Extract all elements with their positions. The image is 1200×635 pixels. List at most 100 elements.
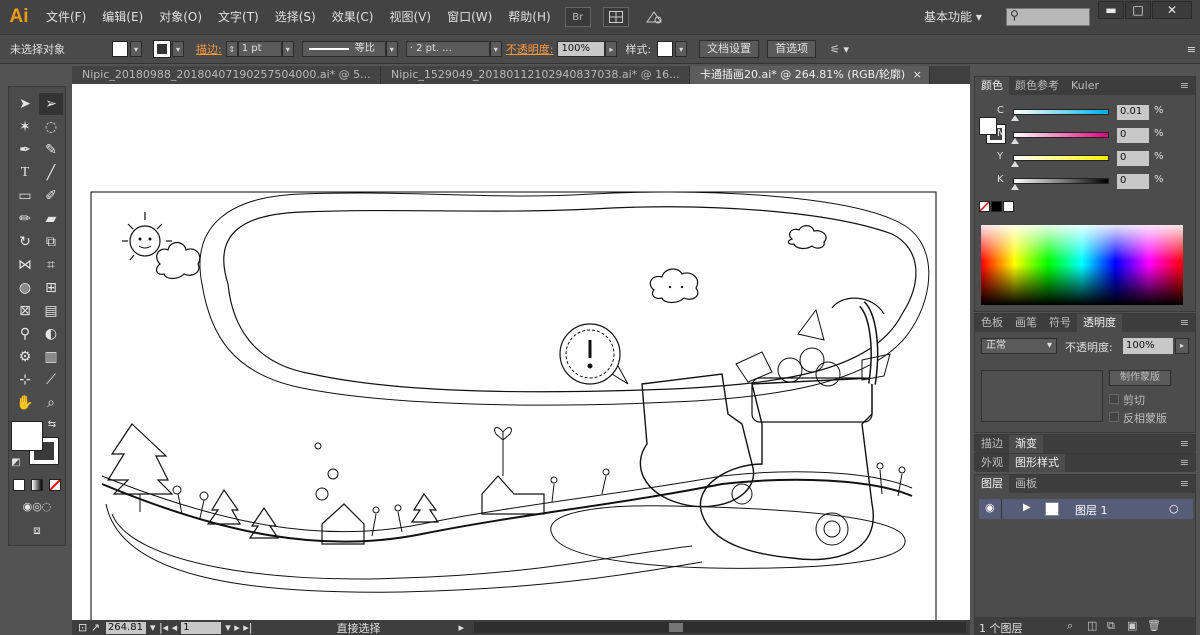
drawing-modes-icon[interactable]: ◉◎◌ xyxy=(13,497,61,515)
menu-view[interactable]: 视图(V) xyxy=(381,0,439,34)
stroke-swatch[interactable] xyxy=(153,40,171,58)
bridge-icon[interactable]: Br xyxy=(564,7,591,27)
opacity-dropdown[interactable]: ▸ xyxy=(605,41,618,57)
menu-effect[interactable]: 效果(C) xyxy=(324,0,382,34)
arrange-documents-icon[interactable] xyxy=(602,7,629,27)
transparency-thumbnail[interactable] xyxy=(981,370,1103,422)
none-mode-icon[interactable] xyxy=(49,479,61,491)
zoom-dropdown[interactable]: ▾ |◂ ◂ xyxy=(150,621,177,634)
fill-dropdown[interactable]: ▾ xyxy=(130,41,142,57)
isolate-icon[interactable]: ⚟ ▾ xyxy=(830,43,849,56)
fill-color-swatch[interactable] xyxy=(11,421,43,451)
menu-object[interactable]: 对象(O) xyxy=(151,0,210,34)
selection-tool-icon[interactable]: ➤ xyxy=(13,93,37,115)
transparency-opacity-field[interactable]: 100% xyxy=(1123,338,1173,354)
artboard-tool-icon[interactable]: ⊹ xyxy=(13,369,37,391)
search-input[interactable]: ⚲ xyxy=(1006,8,1090,26)
stroke-weight-field[interactable]: 1 pt xyxy=(237,41,282,57)
tab-gradient[interactable]: 渐变 xyxy=(1009,435,1043,453)
magic-wand-icon[interactable]: ✶ xyxy=(13,116,37,138)
tab-document-1[interactable]: Nipic_20180988_20180407190257504000.ai* … xyxy=(72,66,381,84)
blend-mode-select[interactable]: 正常 ▾ xyxy=(981,338,1057,354)
eyedropper-icon[interactable]: ⚲ xyxy=(13,323,37,345)
brush-definition[interactable]: · 2 pt. ... xyxy=(405,41,490,57)
gradient-mode-icon[interactable] xyxy=(31,479,43,491)
tab-kuler[interactable]: Kuler xyxy=(1065,77,1105,95)
new-layer-icon[interactable]: ▣ xyxy=(1127,619,1137,632)
canvas-area[interactable] xyxy=(72,84,970,620)
tab-close-icon[interactable]: × xyxy=(913,68,922,81)
gpu-performance-icon[interactable] xyxy=(641,7,667,27)
white-swatch[interactable] xyxy=(1003,201,1014,212)
tab-brushes[interactable]: 画笔 xyxy=(1009,314,1043,332)
blend-tool-icon[interactable]: ◐ xyxy=(39,323,63,345)
profile-dropdown[interactable]: ▾ xyxy=(385,41,398,57)
default-colors-icon[interactable]: ◩ xyxy=(9,455,23,469)
page-nav[interactable]: ▾ ▸ ▸| xyxy=(225,621,252,634)
hand-tool-icon[interactable]: ✋ xyxy=(13,392,37,414)
clip-checkbox[interactable] xyxy=(1109,394,1119,404)
menu-window[interactable]: 窗口(W) xyxy=(439,0,500,34)
yellow-value-field[interactable]: 0 xyxy=(1117,151,1149,166)
panel-menu-icon[interactable]: ≡ xyxy=(1174,454,1195,472)
tab-swatches[interactable]: 色板 xyxy=(975,314,1009,332)
stroke-weight-stepper[interactable]: ⇕ xyxy=(225,41,238,57)
preferences-button[interactable]: 首选项 xyxy=(767,40,817,58)
tab-color[interactable]: 颜色 xyxy=(975,77,1009,95)
cyan-value-field[interactable]: 0.01 xyxy=(1117,105,1149,120)
color-spectrum[interactable] xyxy=(981,225,1183,305)
tab-appearance[interactable]: 外观 xyxy=(975,454,1009,472)
stroke-dropdown[interactable]: ▾ xyxy=(172,41,184,57)
tab-layers[interactable]: 图层 xyxy=(975,475,1009,493)
menu-help[interactable]: 帮助(H) xyxy=(500,0,558,34)
menu-file[interactable]: 文件(F) xyxy=(38,0,94,34)
menu-edit[interactable]: 编辑(E) xyxy=(94,0,151,34)
zoom-field[interactable]: 264.81 xyxy=(105,621,146,634)
tab-graphic-styles[interactable]: 图形样式 xyxy=(1009,454,1065,472)
stroke-label[interactable]: 描边: xyxy=(196,41,222,57)
panel-menu-icon[interactable]: ≡ xyxy=(1174,435,1195,453)
none-swatch[interactable] xyxy=(979,201,990,212)
screen-mode-icon[interactable]: ⧈ xyxy=(25,521,49,539)
color-fill-proxy[interactable] xyxy=(979,117,997,135)
paintbrush-icon[interactable]: ✐ xyxy=(39,185,63,207)
lock-toggle[interactable] xyxy=(1001,499,1002,519)
rotate-tool-icon[interactable]: ↻ xyxy=(13,231,37,253)
pen-tool-icon[interactable]: ✒ xyxy=(13,139,37,161)
stroke-weight-dropdown[interactable]: ▾ xyxy=(281,41,294,57)
symbol-sprayer-icon[interactable]: ⚙ xyxy=(13,346,37,368)
graphic-style-swatch[interactable] xyxy=(657,41,674,57)
minimize-button[interactable]: ▬ xyxy=(1098,1,1124,19)
artboard[interactable] xyxy=(72,84,970,620)
menu-type[interactable]: 文字(T) xyxy=(210,0,267,34)
color-mode-icon[interactable] xyxy=(13,479,25,491)
layer-target-icon[interactable]: ○ xyxy=(1169,502,1179,515)
tab-document-3[interactable]: 卡通插画20.ai* @ 264.81% (RGB/轮廓) × xyxy=(690,66,930,84)
magenta-slider[interactable] xyxy=(1013,132,1109,138)
free-transform-icon[interactable]: ⌗ xyxy=(39,254,63,276)
rectangle-tool-icon[interactable]: ▭ xyxy=(13,185,37,207)
opacity-field[interactable]: 100% xyxy=(557,41,606,57)
panel-menu-icon[interactable]: ≡ xyxy=(1174,475,1195,493)
tab-stroke[interactable]: 描边 xyxy=(975,435,1009,453)
tab-color-guide[interactable]: 颜色参考 xyxy=(1009,77,1065,95)
make-clipping-mask-icon[interactable]: ◫ xyxy=(1087,619,1097,632)
column-graph-icon[interactable]: ▥ xyxy=(39,346,63,368)
horizontal-scrollbar[interactable] xyxy=(474,622,966,633)
new-sublayer-icon[interactable]: ⧉ xyxy=(1107,619,1115,633)
document-setup-button[interactable]: 文档设置 xyxy=(699,40,760,58)
black-slider-thumb[interactable] xyxy=(1011,184,1019,190)
gradient-tool-icon[interactable]: ▤ xyxy=(39,300,63,322)
expand-layer-icon[interactable]: ▶ xyxy=(1023,502,1031,513)
layer-row[interactable]: ◉ ▶ 图层 1 ○ xyxy=(979,499,1193,519)
magenta-slider-thumb[interactable] xyxy=(1011,138,1019,144)
delete-layer-icon[interactable]: 🗑 xyxy=(1147,619,1161,632)
width-tool-icon[interactable]: ⋈ xyxy=(13,254,37,276)
line-tool-icon[interactable]: ╱ xyxy=(39,162,63,184)
make-mask-button[interactable]: 制作蒙版 xyxy=(1109,370,1171,386)
opacity-arrow[interactable]: ▸ xyxy=(1175,338,1189,354)
close-window-button[interactable]: ✕ xyxy=(1152,1,1192,19)
status-icons[interactable]: ⊡ ↗ xyxy=(78,621,100,634)
curvature-icon[interactable]: ✎ xyxy=(39,139,63,161)
maximize-button[interactable]: □ xyxy=(1125,1,1151,19)
